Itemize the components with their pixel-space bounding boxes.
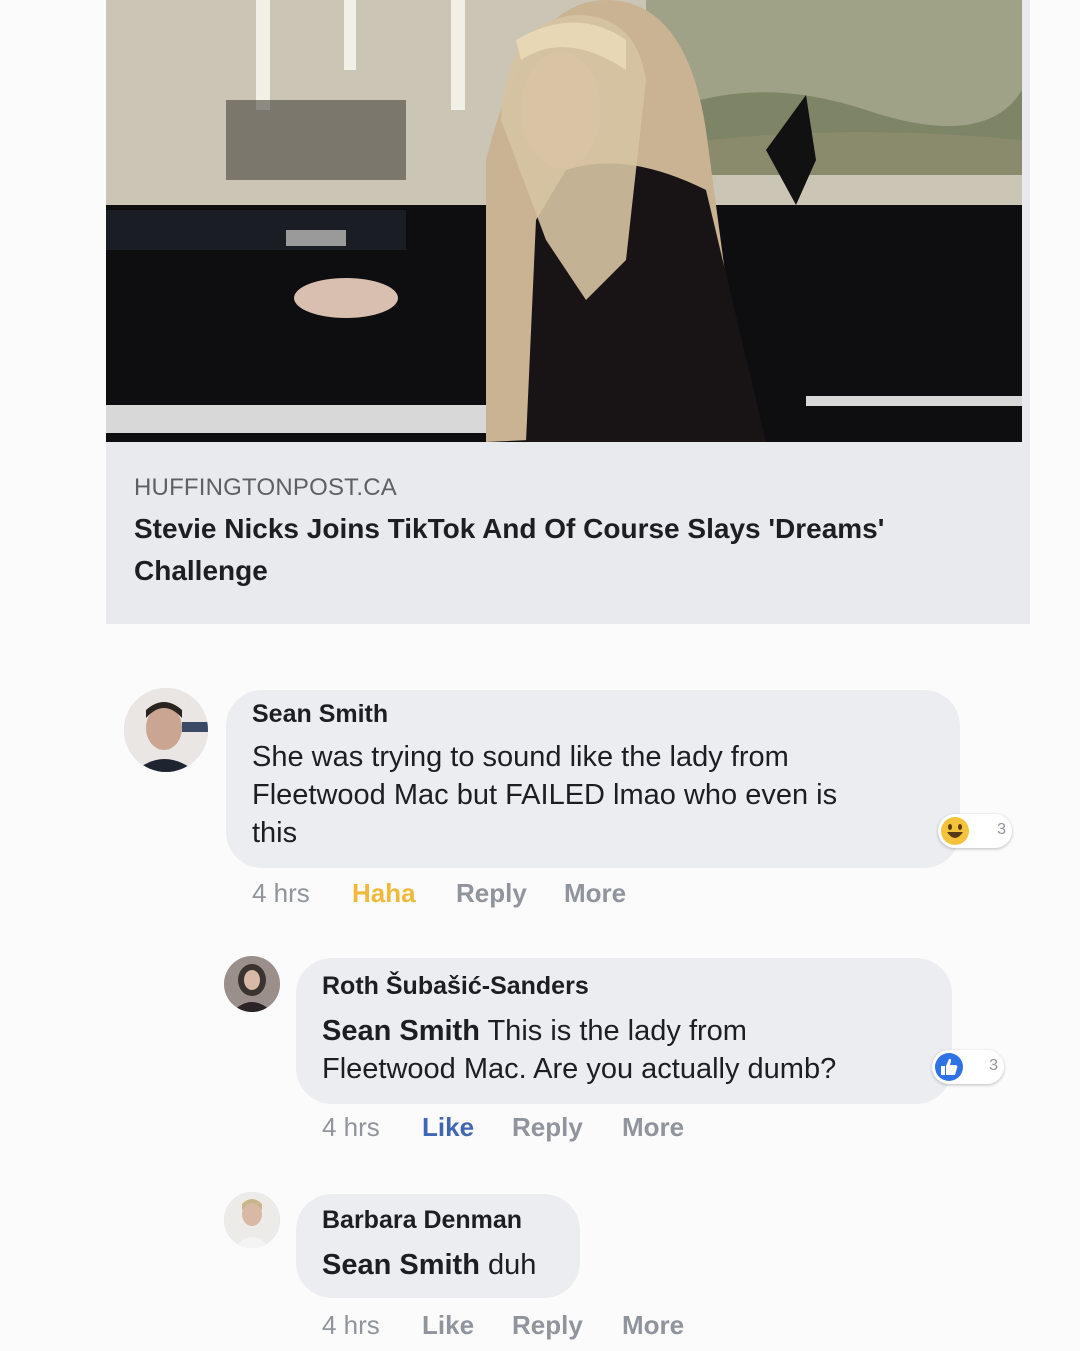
link-preview-card[interactable]: HUFFINGTONPOST.CA Stevie Nicks Joins Tik… (106, 0, 1030, 624)
comment-text: Sean Smith duh (322, 1246, 572, 1284)
comment-timestamp[interactable]: 4 hrs (252, 878, 310, 909)
comment-text: Sean Smith This is the lady from Fleetwo… (322, 1012, 942, 1088)
reply-button[interactable]: Reply (456, 878, 527, 909)
article-thumbnail-image[interactable] (106, 0, 1022, 442)
haha-reaction-button[interactable]: Haha (352, 878, 416, 909)
haha-emoji-icon (941, 817, 969, 845)
like-thumb-icon (935, 1053, 963, 1081)
comment-text-line: this (252, 817, 298, 849)
comment-author[interactable]: Barbara Denman (322, 1206, 522, 1235)
reply-button[interactable]: Reply (512, 1310, 583, 1341)
reaction-summary[interactable]: 3 (938, 814, 1012, 848)
comment-bubble[interactable]: Roth Šubašić-Sanders Sean Smith This is … (296, 958, 952, 1104)
profile-photo-icon (224, 1192, 280, 1248)
comment-text: She was trying to sound like the lady fr… (252, 738, 942, 852)
comment-author[interactable]: Roth Šubašić-Sanders (322, 972, 589, 1001)
reply-button[interactable]: Reply (512, 1112, 583, 1143)
reaction-summary[interactable]: 3 (932, 1050, 1004, 1084)
like-button[interactable]: Like (422, 1112, 474, 1143)
comment-text-line: She was trying to sound like the lady fr… (252, 741, 789, 773)
comment-text-line: This is the lady from (479, 1015, 747, 1047)
more-button[interactable]: More (564, 878, 626, 909)
comment-text-line: Fleetwood Mac. Are you actually dumb? (322, 1053, 837, 1085)
comment-actions: 4 hrs Like Reply More (322, 1310, 742, 1344)
mention-link[interactable]: Sean Smith (322, 1249, 480, 1281)
profile-photo-icon (124, 688, 208, 772)
profile-photo-icon (224, 956, 280, 1012)
avatar[interactable] (224, 1192, 280, 1248)
comment-bubble[interactable]: Sean Smith She was trying to sound like … (226, 690, 960, 868)
avatar[interactable] (124, 688, 208, 772)
link-domain[interactable]: HUFFINGTONPOST.CA (134, 474, 397, 502)
more-button[interactable]: More (622, 1112, 684, 1143)
comment-timestamp[interactable]: 4 hrs (322, 1310, 380, 1341)
comment-bubble[interactable]: Barbara Denman Sean Smith duh (296, 1194, 580, 1298)
reaction-count: 3 (997, 821, 1006, 838)
link-headline[interactable]: Stevie Nicks Joins TikTok And Of Course … (134, 508, 994, 592)
avatar[interactable] (224, 956, 280, 1012)
reaction-count: 3 (989, 1057, 998, 1074)
comment-text-line: Fleetwood Mac but FAILED lmao who even i… (252, 779, 838, 811)
mention-link[interactable]: Sean Smith (322, 1015, 480, 1047)
comment-actions: 4 hrs Like Reply More (322, 1112, 742, 1146)
comment-author[interactable]: Sean Smith (252, 700, 388, 729)
more-button[interactable]: More (622, 1310, 684, 1341)
comment-actions: 4 hrs Haha Reply More (252, 878, 672, 912)
comment-timestamp[interactable]: 4 hrs (322, 1112, 380, 1143)
comment-text-line: duh (479, 1249, 537, 1281)
like-button[interactable]: Like (422, 1310, 474, 1341)
